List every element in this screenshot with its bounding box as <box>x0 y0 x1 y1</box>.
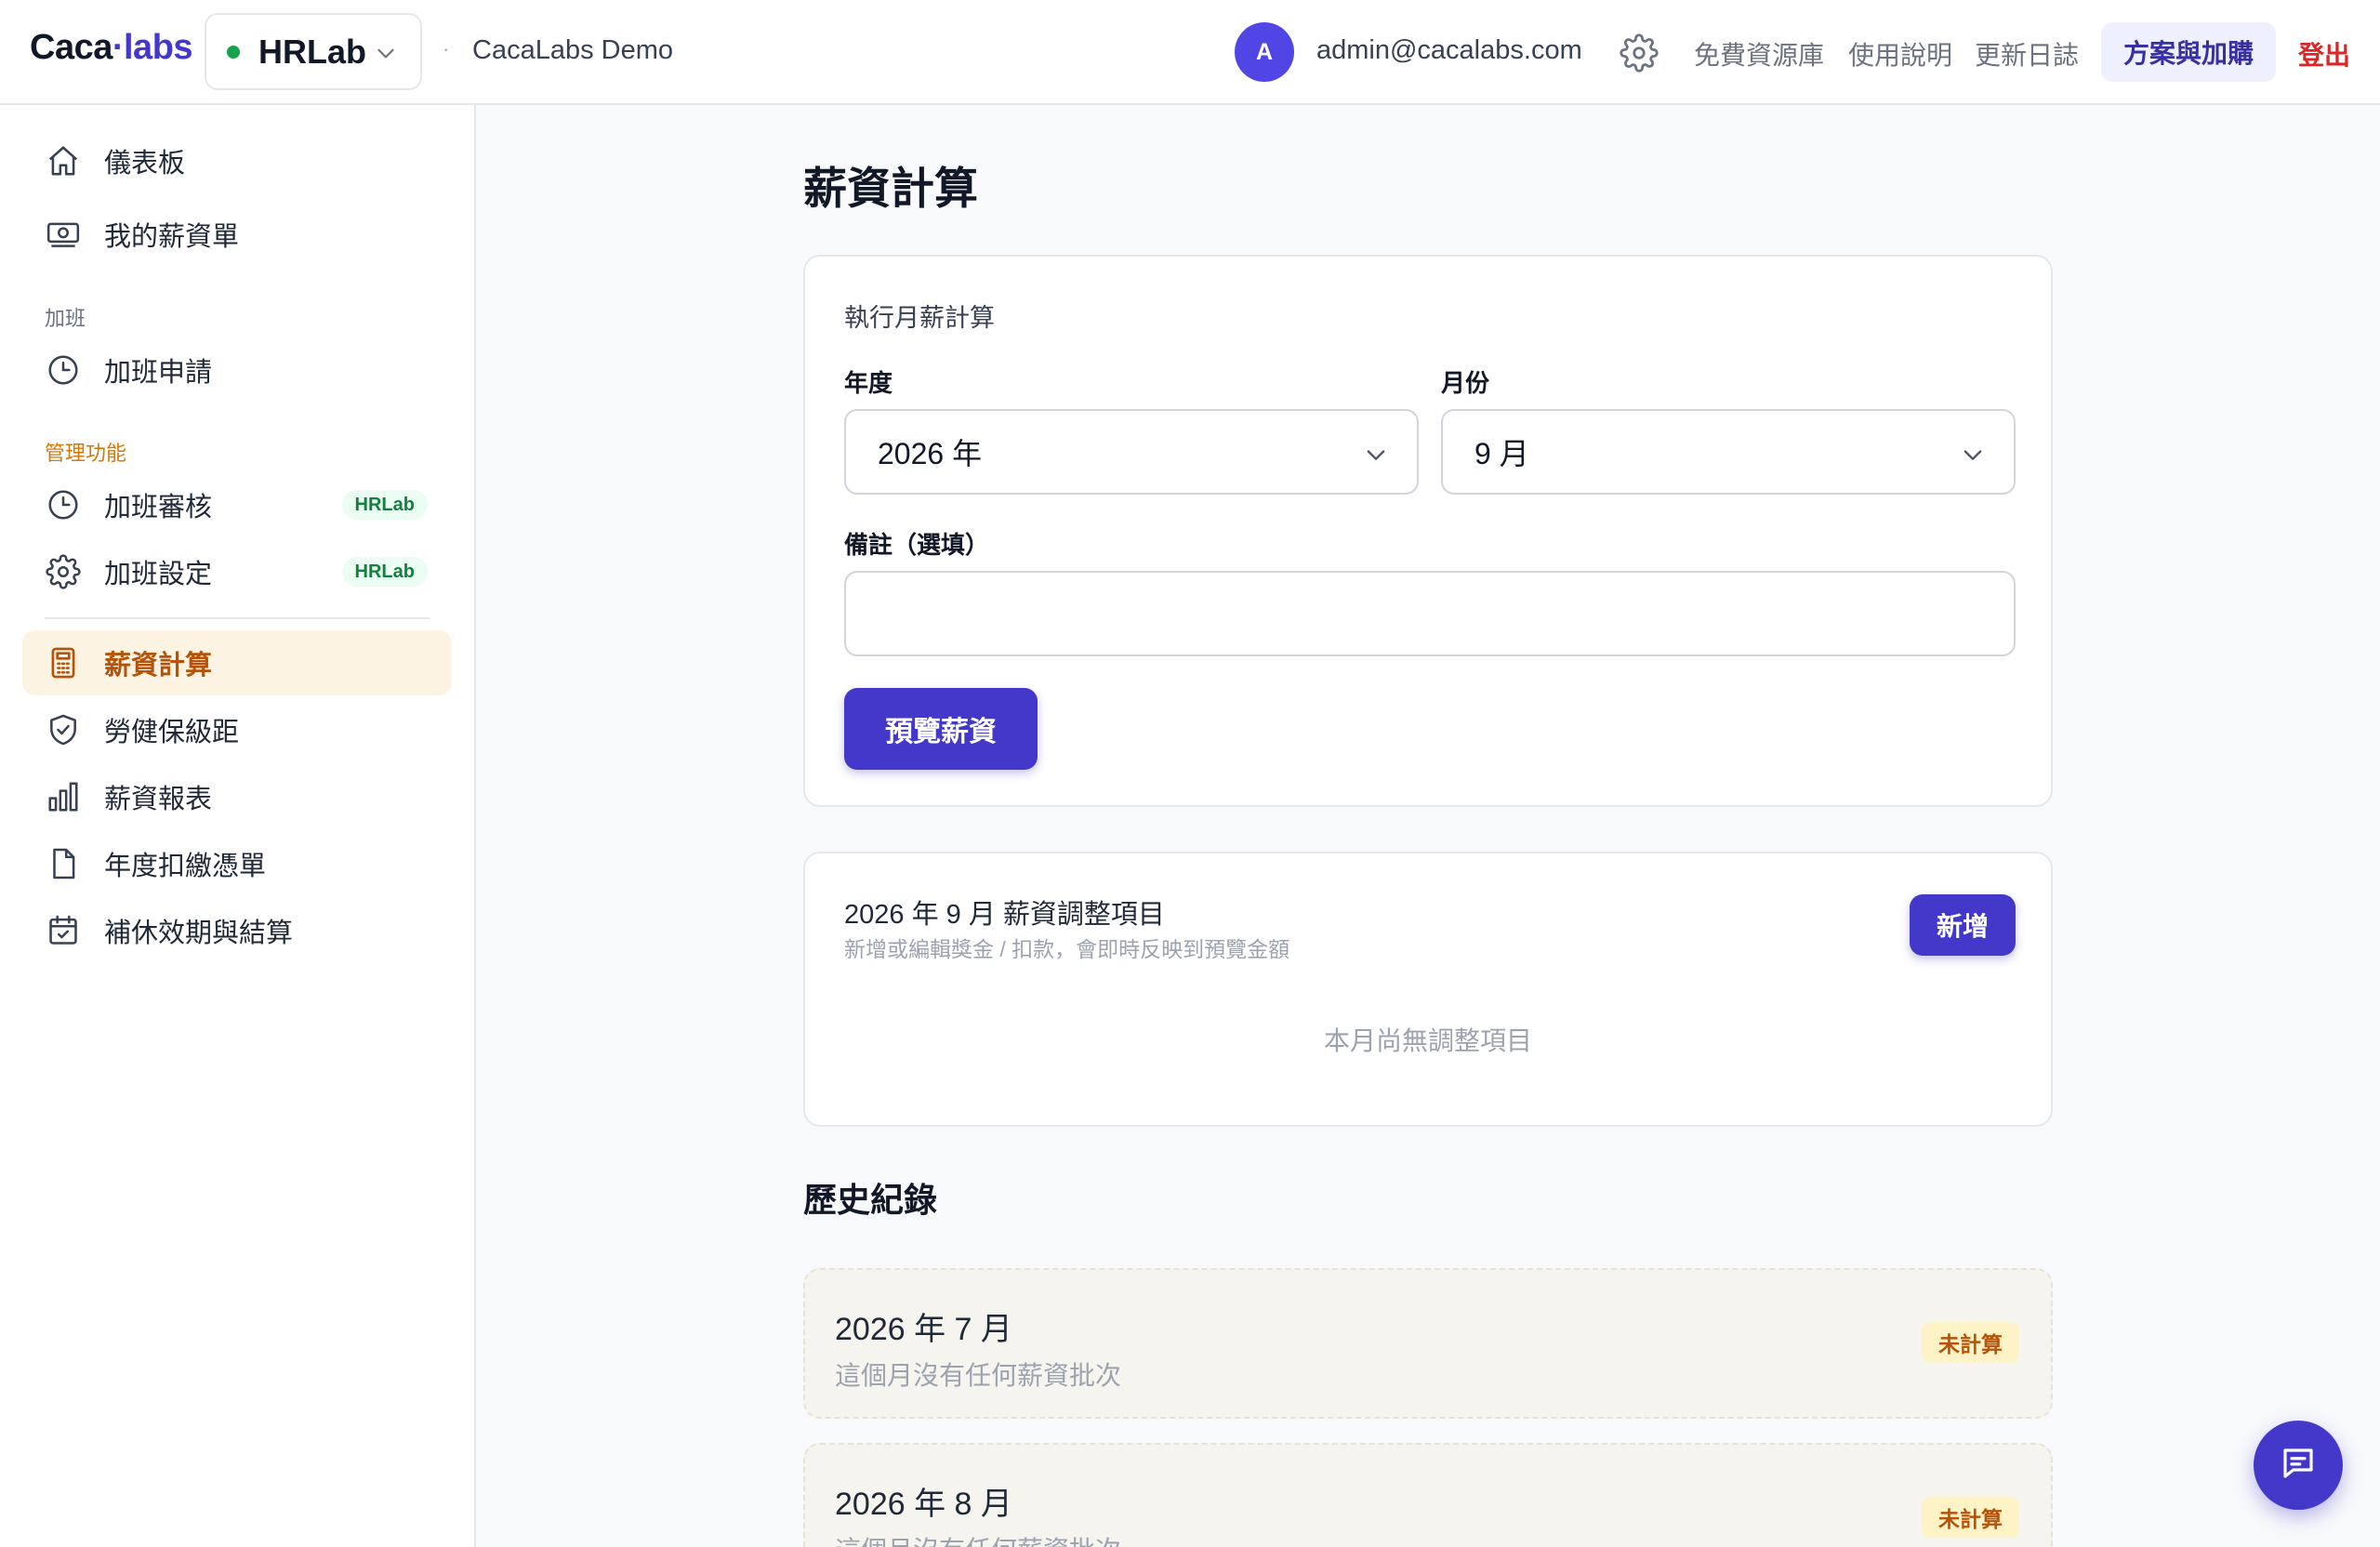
sidebar-item-label: 勞健保級距 <box>104 718 240 747</box>
note-input[interactable] <box>844 571 2016 656</box>
year-select-value: 2026 年 <box>878 437 983 470</box>
add-adjustment-button[interactable]: 新增 <box>1910 894 2016 956</box>
sidebar-item-label: 補休效期與結算 <box>104 919 294 948</box>
month-select-value: 9 月 <box>1474 437 1529 470</box>
logo-dot: · <box>112 28 125 67</box>
shield-check-icon <box>45 711 82 748</box>
app-name: HRLab <box>258 32 366 71</box>
sidebar-item-payroll-reports[interactable]: 薪資報表 <box>22 764 452 829</box>
history-desc: 這個月沒有任何薪資批次 <box>835 1530 1121 1547</box>
link-usage-guide[interactable]: 使用說明 <box>1848 35 1952 73</box>
logo[interactable]: Caca·labs <box>30 28 193 68</box>
chevron-down-icon <box>1960 441 1986 475</box>
sidebar-item-my-payslips[interactable]: 我的薪資單 <box>22 202 452 267</box>
note-label: 備註（選填） <box>844 531 990 559</box>
logo-text-right: labs <box>124 28 193 67</box>
status-badge: 未計算 <box>1922 1322 2019 1363</box>
hrlab-badge: HRLab <box>341 490 428 520</box>
card-label: 執行月薪計算 <box>844 304 995 332</box>
sidebar-item-label: 我的薪資單 <box>104 222 240 252</box>
bar-chart-icon <box>45 778 82 815</box>
year-select[interactable]: 2026 年 <box>844 409 1419 495</box>
month-select[interactable]: 9 月 <box>1441 409 2016 495</box>
calculator-icon <box>45 644 82 681</box>
chevron-down-icon <box>374 41 398 70</box>
cash-icon <box>45 216 82 253</box>
preview-payroll-button[interactable]: 預覽薪資 <box>844 688 1038 770</box>
link-free-resources[interactable]: 免費資源庫 <box>1694 35 1824 73</box>
sidebar-item-payroll-calc[interactable]: 薪資計算 <box>22 630 452 695</box>
history-desc: 這個月沒有任何薪資批次 <box>835 1361 1122 1390</box>
separator-dot: · <box>443 37 450 60</box>
gear-icon[interactable] <box>1620 33 1659 77</box>
chat-icon <box>2279 1444 2318 1488</box>
section-heading-overtime: 加班 <box>45 307 86 330</box>
avatar[interactable]: A <box>1235 22 1294 82</box>
sidebar-item-insurance-grades[interactable]: 勞健保級距 <box>22 697 452 762</box>
sidebar-item-label: 薪資報表 <box>104 785 213 814</box>
home-icon <box>45 142 82 179</box>
top-header: Caca·labs HRLab · CacaLabs Demo A admin@… <box>0 0 2380 105</box>
adjustments-card: 2026 年 9 月 薪資調整項目 新增或編輯獎金 / 扣款，會即時反映到預覽金… <box>803 852 2053 1127</box>
sidebar-item-overtime-request[interactable]: 加班申請 <box>22 337 452 403</box>
section-heading-admin: 管理功能 <box>45 442 127 465</box>
sidebar-item-overtime-settings[interactable]: 加班設定 HRLab <box>22 539 452 604</box>
org-name: CacaLabs Demo <box>472 35 673 65</box>
clock-icon <box>45 351 82 389</box>
calendar-check-icon <box>45 912 82 949</box>
year-label: 年度 <box>844 369 893 397</box>
logout-link[interactable]: 登出 <box>2298 35 2350 73</box>
sidebar-divider <box>45 617 430 619</box>
history-month: 2026 年 7 月 <box>835 1312 1012 1347</box>
run-payroll-card: 執行月薪計算 年度 月份 2026 年 9 月 備註（選填） 預覽薪資 <box>803 255 2053 807</box>
status-badge: 未計算 <box>1922 1497 2019 1538</box>
app-switcher[interactable]: HRLab <box>205 13 422 90</box>
clock-icon <box>45 486 82 523</box>
empty-state-text: 本月尚無調整項目 <box>1323 1026 1532 1055</box>
sidebar-item-dashboard[interactable]: 儀表板 <box>22 128 452 193</box>
history-item[interactable]: 2026 年 8 月 這個月沒有任何薪資批次 未計算 <box>803 1443 2053 1547</box>
sidebar-item-label: 年度扣繳憑單 <box>104 852 267 881</box>
sidebar-item-label: 加班申請 <box>104 358 213 388</box>
user-email: admin@cacalabs.com <box>1316 35 1582 65</box>
history-title: 歷史紀錄 <box>803 1181 938 1219</box>
app-status-dot <box>227 45 240 59</box>
history-month: 2026 年 8 月 <box>835 1487 1012 1522</box>
sidebar-item-label: 加班審核 <box>104 493 213 522</box>
gear-icon <box>45 553 82 590</box>
chevron-down-icon <box>1363 441 1389 475</box>
hrlab-badge: HRLab <box>341 557 428 587</box>
sidebar-item-label: 儀表板 <box>104 149 186 178</box>
sidebar-item-annual-withholding[interactable]: 年度扣繳憑單 <box>22 831 452 896</box>
plan-and-addons-button[interactable]: 方案與加購 <box>2101 22 2276 82</box>
sidebar: 儀表板 我的薪資單 加班 加班申請 管理功能 加班審核 HRLab 加班設定 H… <box>0 105 476 1547</box>
sidebar-item-label: 加班設定 <box>104 560 213 589</box>
history-item[interactable]: 2026 年 7 月 這個月沒有任何薪資批次 未計算 <box>803 1268 2053 1419</box>
month-label: 月份 <box>1441 369 1490 397</box>
adjustments-subtitle: 新增或編輯獎金 / 扣款，會即時反映到預覽金額 <box>844 937 1290 961</box>
adjustments-title: 2026 年 9 月 薪資調整項目 <box>844 900 1165 930</box>
sidebar-item-overtime-review[interactable]: 加班審核 HRLab <box>22 472 452 537</box>
logo-text-left: Caca <box>30 28 112 67</box>
sidebar-item-comp-leave[interactable]: 補休效期與結算 <box>22 898 452 963</box>
link-changelog[interactable]: 更新日誌 <box>1975 35 2079 73</box>
sidebar-item-label: 薪資計算 <box>104 651 213 681</box>
document-icon <box>45 845 82 882</box>
page-title: 薪資計算 <box>803 164 978 213</box>
chat-button[interactable] <box>2254 1421 2343 1510</box>
